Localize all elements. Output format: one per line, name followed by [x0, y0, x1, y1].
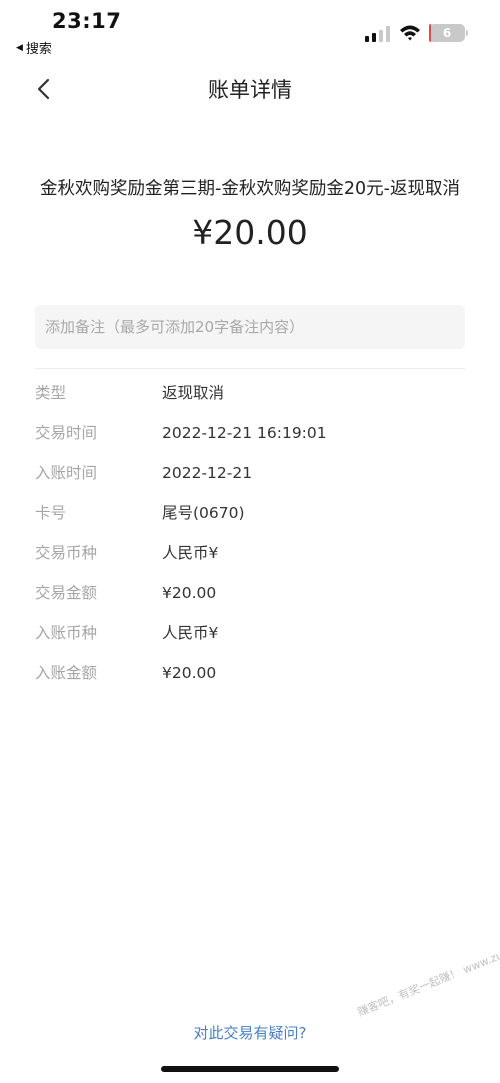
detail-row-transaction-amount: 交易金额 ¥20.00: [35, 580, 465, 620]
detail-label: 交易金额: [35, 584, 98, 602]
detail-label: 交易币种: [35, 544, 98, 562]
transaction-dispute-link[interactable]: 对此交易有疑问?: [0, 1022, 500, 1043]
detail-row-type: 类型 返现取消: [35, 380, 465, 420]
detail-label: 类型: [35, 384, 67, 402]
detail-row-transaction-currency: 交易币种 人民币¥: [35, 540, 465, 580]
detail-value: 尾号(0670): [162, 504, 245, 522]
page-title: 账单详情: [208, 78, 292, 102]
detail-value: 人民币¥: [162, 624, 219, 642]
detail-label: 入账时间: [35, 464, 98, 482]
detail-label: 卡号: [35, 504, 67, 522]
status-time: 23:17: [52, 9, 122, 33]
detail-value: ¥20.00: [162, 664, 217, 682]
detail-row-transaction-time: 交易时间 2022-12-21 16:19:01: [35, 420, 465, 460]
status-bar: 23:17 ◀ 搜索 6: [0, 0, 500, 60]
detail-value: 返现取消: [162, 384, 225, 402]
transaction-amount: ¥20.00: [192, 213, 308, 252]
detail-value: 2022-12-21 16:19:01: [162, 424, 327, 442]
detail-row-posting-amount: 入账金额 ¥20.00: [35, 660, 465, 700]
detail-label: 交易时间: [35, 424, 98, 442]
note-input[interactable]: [35, 305, 465, 349]
detail-row-card-number: 卡号 尾号(0670): [35, 500, 465, 540]
detail-value: 人民币¥: [162, 544, 219, 562]
back-to-app-label: 搜索: [25, 42, 52, 57]
battery-icon: 6: [429, 24, 465, 42]
home-indicator[interactable]: [161, 1066, 339, 1072]
back-to-app-button[interactable]: ◀ 搜索: [16, 38, 52, 57]
detail-label: 入账币种: [35, 624, 98, 642]
divider: [35, 368, 465, 369]
transaction-details: 类型 返现取消 交易时间 2022-12-21 16:19:01 入账时间 20…: [35, 380, 465, 700]
watermark: 赚客吧，有奖一起赚！ www.zuanke8.com: [355, 925, 500, 1019]
detail-label: 入账金额: [35, 664, 98, 682]
detail-row-posting-currency: 入账币种 人民币¥: [35, 620, 465, 660]
wifi-icon: [400, 25, 420, 41]
detail-value: 2022-12-21: [162, 464, 253, 482]
back-triangle-icon: ◀: [16, 42, 23, 53]
transaction-title: 金秋欢购奖励金第三期-金秋欢购奖励金20元-返现取消: [40, 179, 460, 199]
detail-value: ¥20.00: [162, 584, 217, 602]
battery-level-text: 6: [442, 26, 452, 40]
detail-row-posting-time: 入账时间 2022-12-21: [35, 460, 465, 500]
battery-tip: [466, 30, 468, 36]
cellular-signal-icon: [365, 26, 390, 42]
